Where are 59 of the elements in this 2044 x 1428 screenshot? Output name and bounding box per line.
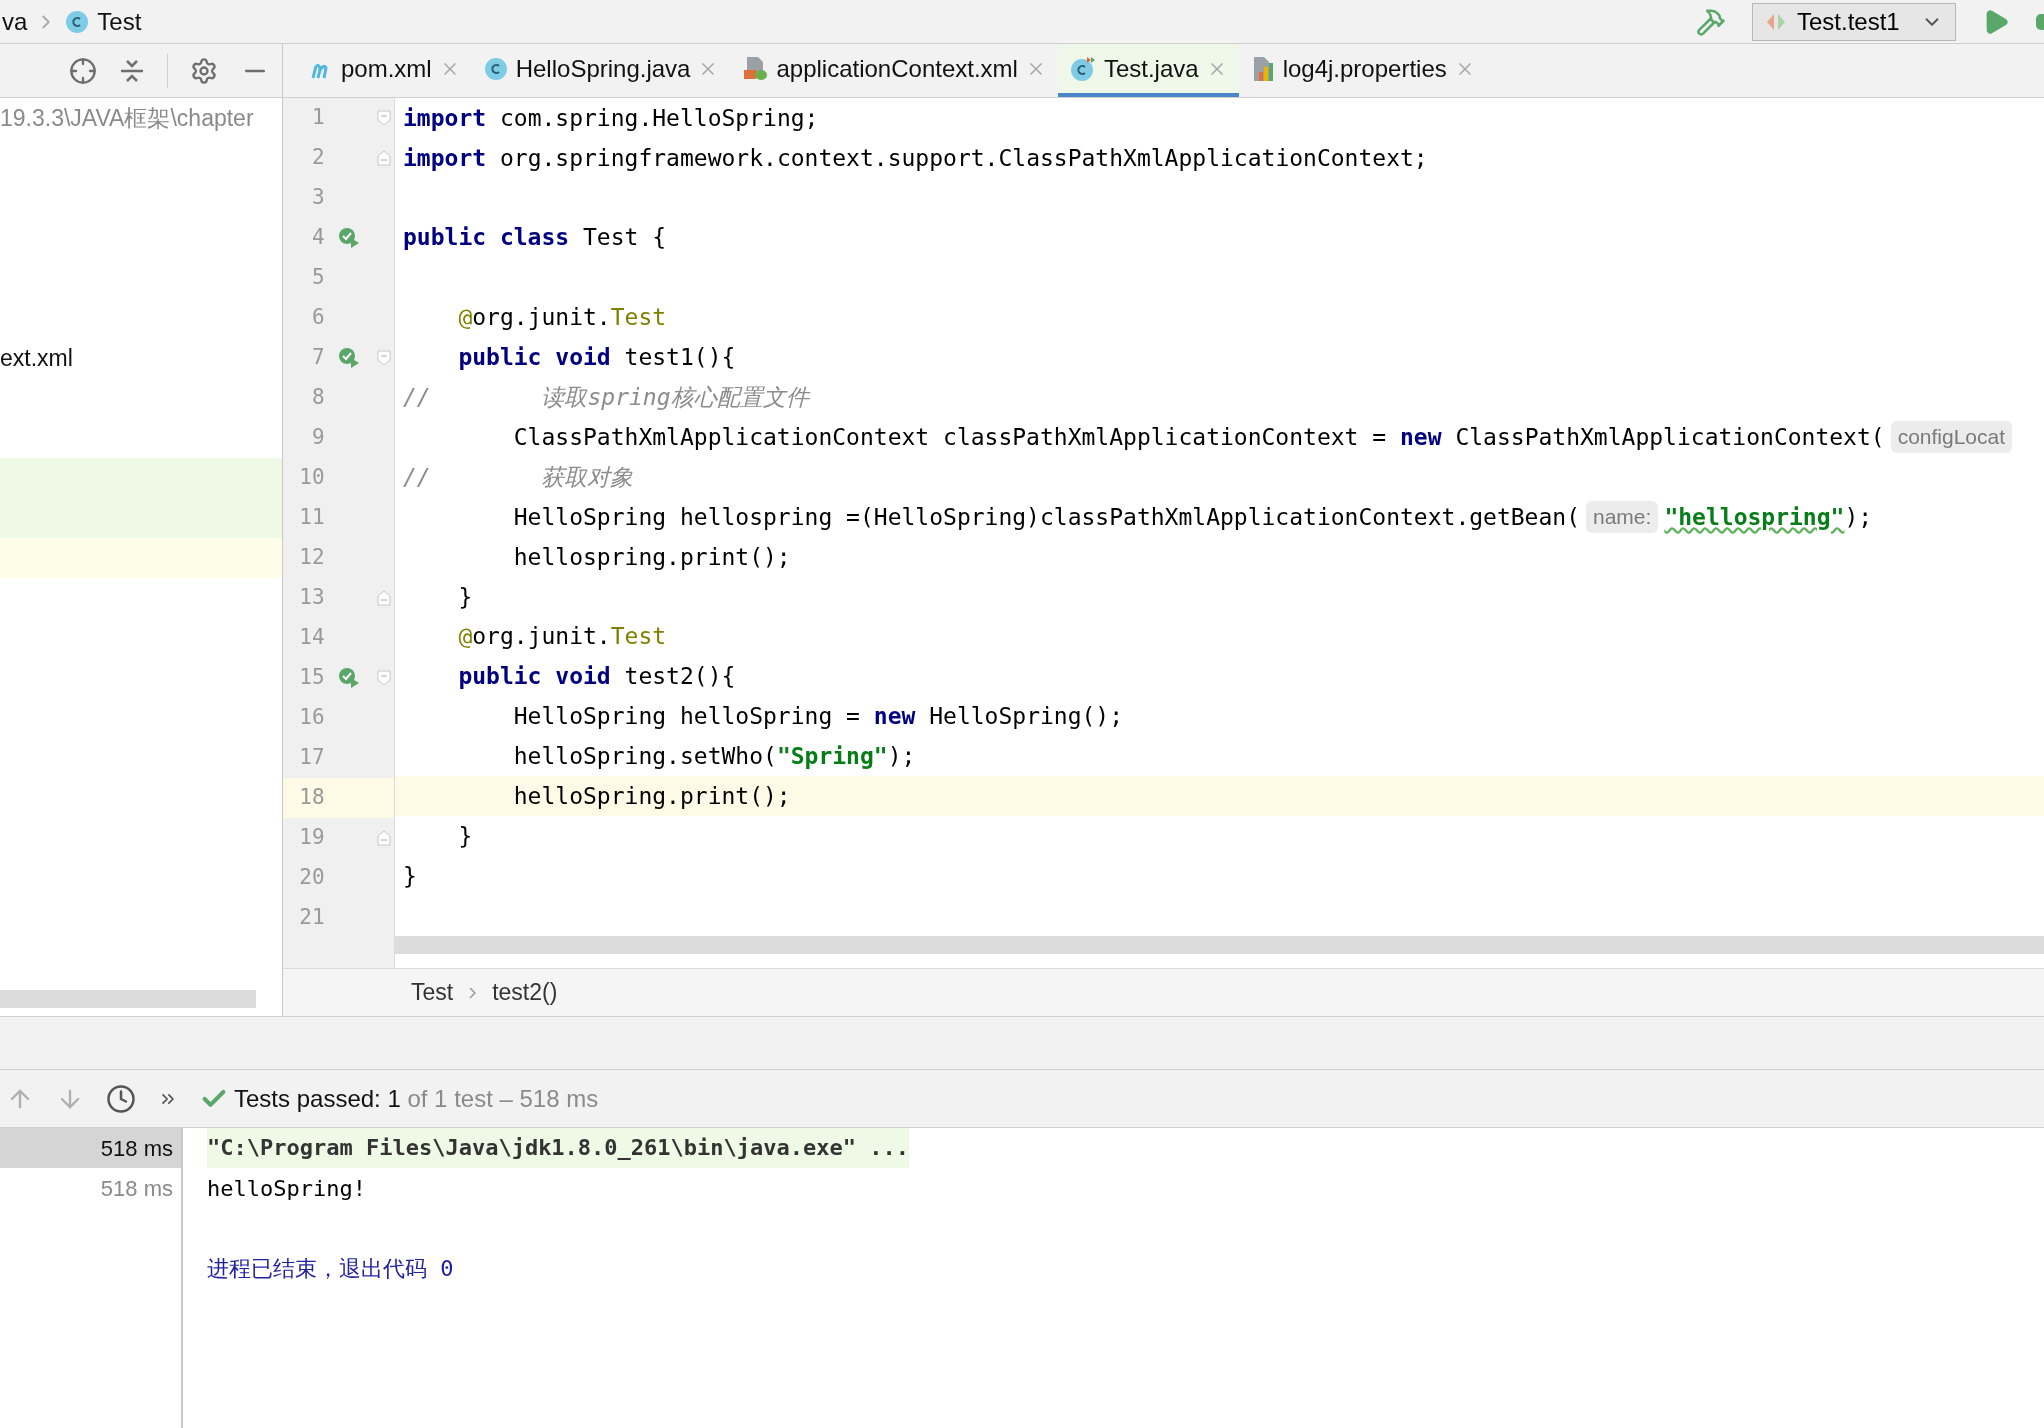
code-text: // 读取spring核心配置文件 <box>403 383 809 413</box>
code-text: } <box>403 861 417 891</box>
console-command[interactable]: "C:\Program Files\Java\jdk1.8.0_261\bin\java.exe" ... <box>207 1128 909 1168</box>
test-duration[interactable]: 518 ms <box>0 1128 181 1168</box>
code-text: // 获取对象 <box>403 462 634 492</box>
code-text: public class Test { <box>403 223 667 253</box>
editor-tab[interactable]: pom.xml <box>299 44 472 97</box>
line-number: 18 <box>298 784 325 812</box>
breadcrumb-item[interactable]: va <box>2 3 28 40</box>
line-number: 13 <box>298 584 325 612</box>
test-status: Tests passed: 1 of 1 test – 518 ms <box>234 1083 599 1114</box>
code-text: helloSpring.print(); <box>512 782 791 812</box>
editor-tab[interactable]: HelloSpring.java <box>471 44 731 97</box>
code-text: public void test2(){ <box>457 662 736 692</box>
code-text: } <box>457 822 473 851</box>
parameter-hint: name: <box>1586 501 1659 533</box>
line-number: 7 <box>310 344 325 372</box>
breadcrumb-item[interactable]: Test <box>411 975 454 1010</box>
line-number: 11 <box>298 504 325 532</box>
line-number: 20 <box>298 864 325 892</box>
line-number: 17 <box>298 744 325 772</box>
line-number: 2 <box>310 144 325 172</box>
code-text: @org.junit.Test <box>457 622 667 652</box>
breadcrumb-item[interactable]: Test <box>97 3 142 40</box>
code-text: @org.junit.Test <box>457 303 667 333</box>
line-number: 9 <box>310 424 325 452</box>
line-number: 1 <box>310 104 325 132</box>
exit-message: 进程已结束，退出代码 0 <box>207 1254 454 1283</box>
code-text: hellospring.print(); <box>512 542 791 572</box>
code-text: } <box>457 582 473 612</box>
line-number: 15 <box>298 664 325 692</box>
console-output: helloSpring! <box>207 1174 366 1203</box>
run-configuration-dropdown[interactable]: Test.test1 <box>1752 2 1956 41</box>
line-number: 8 <box>310 384 325 412</box>
code-text: HelloSpring hellospring =(HelloSpring)classPathXmlApplicationContext.getBean( <box>512 502 1580 532</box>
line-number: 3 <box>310 184 325 212</box>
code-text: import com.spring.HelloSpring; <box>403 103 819 133</box>
line-number: 6 <box>310 304 325 332</box>
line-number: 16 <box>298 704 325 732</box>
parameter-hint: configLocat <box>1890 421 2013 454</box>
code-text: public void test1(){ <box>457 343 736 373</box>
editor-tab[interactable]: log4j.properties <box>1238 44 1487 97</box>
line-number: 4 <box>310 224 325 252</box>
line-number: 21 <box>298 904 325 932</box>
editor-tab[interactable]: applicationContext.xml <box>730 44 1058 97</box>
editor-tab[interactable]: Test.java <box>1057 44 1239 97</box>
line-number: 5 <box>310 264 325 292</box>
misspelled-string: "hellospring" <box>1664 502 1845 532</box>
line-number: 19 <box>298 824 325 852</box>
code-text: ClassPathXmlApplicationContext classPathXmlApplicationContext = new ClassPathXmlApplicationContext( <box>512 422 1885 452</box>
code-text: import org.springframework.context.support.ClassPathXmlApplicationContext; <box>403 143 1428 173</box>
line-number: 10 <box>298 464 325 492</box>
code-text: HelloSpring helloSpring = new HelloSpring(); <box>512 702 1124 732</box>
breadcrumb-item[interactable]: test2() <box>492 975 558 1010</box>
code-text: ); <box>1844 502 1873 532</box>
code-text: helloSpring.setWho("Spring"); <box>512 742 916 772</box>
line-number: 12 <box>298 544 325 572</box>
project-file[interactable]: ext.xml <box>0 340 73 376</box>
line-number: 14 <box>298 624 325 652</box>
